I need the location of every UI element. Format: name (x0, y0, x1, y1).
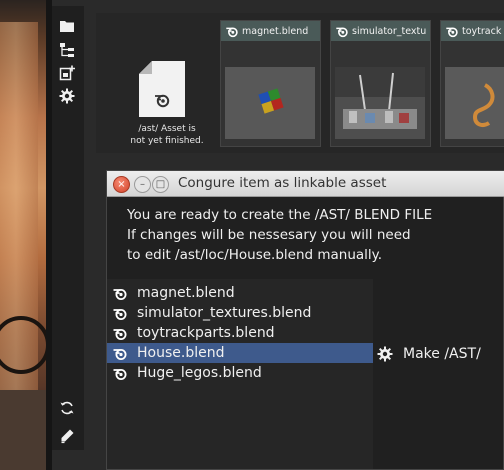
asset-card-magnet[interactable]: magnet.blend (220, 20, 321, 147)
message-line: You are ready to create the /AST/ BLEND … (127, 207, 433, 223)
unfinished-asset-placeholder[interactable]: /ast/ Asset is not yet finished. (120, 60, 214, 152)
minimize-button[interactable]: – (134, 176, 151, 193)
list-item-label: House.blend (137, 345, 225, 361)
gear-icon[interactable] (56, 86, 78, 106)
list-item[interactable]: toytrackparts.blend (107, 323, 373, 343)
outliner-tree-icon[interactable] (56, 40, 78, 60)
list-item[interactable]: Huge_legos.blend (107, 363, 373, 383)
configure-asset-dialog: × – □ Congure item as linkable asset You… (106, 170, 504, 470)
list-item-label: Huge_legos.blend (137, 365, 262, 381)
dialog-titlebar[interactable]: × – □ Congure item as linkable asset (107, 171, 504, 197)
side-toolbar (52, 6, 84, 450)
document-icon (139, 61, 185, 117)
dialog-message: You are ready to create the /AST/ BLEND … (127, 205, 497, 265)
gear-icon (377, 346, 393, 362)
folder-icon[interactable] (56, 16, 78, 36)
list-item-selected[interactable]: House.blend (107, 343, 373, 363)
list-item[interactable]: magnet.blend (107, 283, 373, 303)
asset-thumbnail (335, 67, 425, 139)
placeholder-line-2: not yet finished. (130, 136, 204, 146)
asset-card-label: simulator_textu (352, 25, 427, 37)
blender-icon (113, 329, 127, 340)
list-item[interactable]: simulator_textures.blend (107, 303, 373, 323)
list-item-label: simulator_textures.blend (137, 305, 312, 321)
make-asset-button[interactable]: Make /AST/ (377, 343, 504, 365)
blender-icon (113, 309, 127, 320)
asset-card-label: magnet.blend (242, 25, 309, 37)
asset-card-simulator-textures[interactable]: simulator_textu (330, 20, 431, 147)
blender-icon (336, 27, 348, 38)
add-asset-icon[interactable] (56, 63, 78, 83)
asset-card-label: toytrack (462, 25, 502, 37)
list-item-label: magnet.blend (137, 285, 235, 301)
make-asset-label: Make /AST/ (403, 346, 481, 362)
message-line: to edit /ast/loc/House.blend manually. (127, 247, 383, 263)
blender-icon (113, 369, 127, 380)
maximize-button[interactable]: □ (152, 176, 169, 193)
viewport-image (0, 0, 52, 470)
placeholder-line-1: /ast/ Asset is (138, 124, 196, 134)
refresh-icon[interactable] (56, 398, 78, 418)
close-button[interactable]: × (113, 176, 130, 193)
asset-thumbnail (445, 67, 504, 139)
blender-icon (113, 349, 127, 360)
asset-thumbnail (225, 67, 315, 139)
blender-icon (446, 27, 458, 38)
blender-icon (113, 289, 127, 300)
asset-card-toytrack[interactable]: toytrack (440, 20, 504, 147)
dialog-title: Congure item as linkable asset (178, 175, 387, 191)
message-line: If changes will be nessesary you will ne… (127, 227, 411, 243)
list-item-label: toytrackparts.blend (137, 325, 275, 341)
pencil-icon[interactable] (56, 426, 78, 446)
blend-file-list: magnet.blend simulator_textures.blend to… (107, 279, 373, 469)
blender-icon (226, 27, 238, 38)
